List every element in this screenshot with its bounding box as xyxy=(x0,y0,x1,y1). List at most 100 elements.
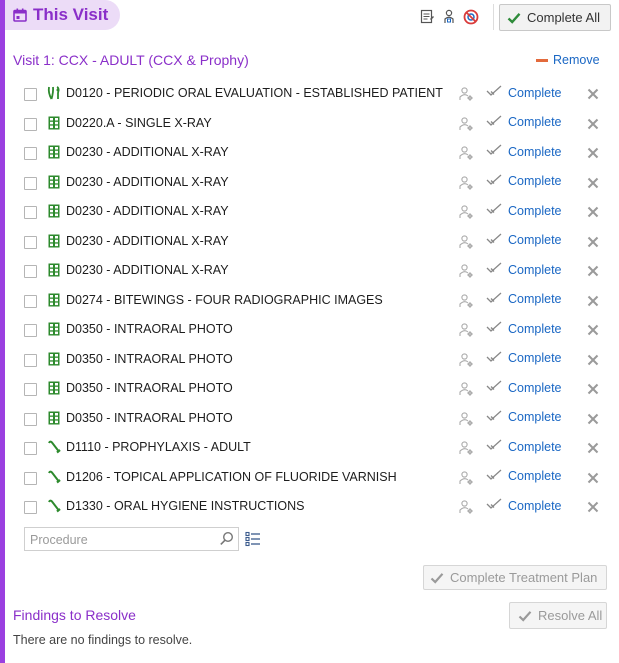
complete-label: Complete xyxy=(508,380,562,395)
complete-procedure-button[interactable]: Complete xyxy=(486,292,562,307)
assign-provider-icon[interactable] xyxy=(458,204,474,220)
procedure-checkbox[interactable] xyxy=(24,501,37,514)
procedure-description: D0230 - ADDITIONAL X-RAY xyxy=(66,145,229,159)
procedure-description: D1330 - ORAL HYGIENE INSTRUCTIONS xyxy=(66,499,305,513)
remove-visit-button[interactable]: Remove xyxy=(536,53,600,67)
delete-procedure-icon[interactable] xyxy=(587,471,599,483)
complete-procedure-button[interactable]: Complete xyxy=(486,380,562,395)
assign-provider-icon[interactable] xyxy=(458,116,474,132)
procedure-description: D0350 - INTRAORAL PHOTO xyxy=(66,322,233,336)
complete-procedure-button[interactable]: Complete xyxy=(486,85,562,100)
visit-heading: Visit 1: CCX - ADULT (CCX & Prophy) xyxy=(13,52,249,68)
film-icon xyxy=(47,352,61,366)
no-insurance-icon[interactable] xyxy=(463,9,479,25)
assign-provider-icon[interactable] xyxy=(458,234,474,250)
procedure-description: D0230 - ADDITIONAL X-RAY xyxy=(66,263,229,277)
assign-provider-icon[interactable] xyxy=(458,499,474,515)
complete-procedure-button[interactable]: Complete xyxy=(486,351,562,366)
complete-procedure-button[interactable]: Complete xyxy=(486,498,562,513)
assign-provider-icon[interactable] xyxy=(458,440,474,456)
procedure-checkbox[interactable] xyxy=(24,294,37,308)
complete-procedure-button[interactable]: Complete xyxy=(486,262,562,277)
provider-icon[interactable] xyxy=(441,9,457,25)
assign-provider-icon[interactable] xyxy=(458,411,474,427)
complete-procedure-button[interactable]: Complete xyxy=(486,144,562,159)
assign-provider-icon[interactable] xyxy=(458,293,474,309)
delete-procedure-icon[interactable] xyxy=(587,117,599,129)
header-divider xyxy=(493,4,494,30)
procedure-row: D0230 - ADDITIONAL X-RAY Complete xyxy=(0,168,619,198)
delete-procedure-icon[interactable] xyxy=(587,176,599,188)
procedure-checkbox[interactable] xyxy=(24,324,37,337)
this-visit-tab[interactable]: This Visit xyxy=(5,0,120,30)
delete-procedure-icon[interactable] xyxy=(587,412,599,424)
complete-label: Complete xyxy=(508,292,562,306)
procedure-checkbox[interactable] xyxy=(24,383,37,396)
procedure-checkbox[interactable] xyxy=(24,412,37,426)
procedure-row: D0230 - ADDITIONAL X-RAY Complete xyxy=(0,227,619,257)
procedure-list-icon[interactable] xyxy=(245,531,261,547)
procedure-search-field[interactable] xyxy=(24,527,239,551)
procedure-checkbox[interactable] xyxy=(24,147,37,160)
procedure-description: D0230 - ADDITIONAL X-RAY xyxy=(66,233,229,248)
notes-icon[interactable] xyxy=(419,9,435,25)
delete-procedure-icon[interactable] xyxy=(587,87,599,100)
checkmark-icon xyxy=(518,610,532,622)
procedure-checkbox[interactable] xyxy=(24,88,37,101)
procedure-list: D0120 - PERIODIC ORAL EVALUATION - ESTAB… xyxy=(0,79,619,522)
complete-procedure-button[interactable]: Complete xyxy=(486,233,562,248)
assign-provider-icon[interactable] xyxy=(458,470,474,486)
procedure-search-input[interactable] xyxy=(28,529,217,551)
assign-provider-icon[interactable] xyxy=(458,145,474,161)
check-icon xyxy=(486,321,508,336)
resolve-all-button[interactable]: Resolve All xyxy=(509,602,607,629)
complete-procedure-button[interactable]: Complete xyxy=(486,174,562,189)
delete-procedure-icon[interactable] xyxy=(587,353,599,365)
procedure-description: D0350 - INTRAORAL PHOTO xyxy=(66,381,233,395)
complete-treatment-plan-button[interactable]: Complete Treatment Plan xyxy=(423,565,607,590)
procedure-row: D0230 - ADDITIONAL X-RAY Complete xyxy=(0,138,619,168)
procedure-checkbox[interactable] xyxy=(24,471,37,485)
procedure-checkbox[interactable] xyxy=(24,235,37,249)
procedure-description: D1110 - PROPHYLAXIS - ADULT xyxy=(66,440,251,454)
procedure-row: D1330 - ORAL HYGIENE INSTRUCTIONS Complet… xyxy=(0,492,619,522)
procedure-checkbox[interactable] xyxy=(24,265,37,278)
complete-treatment-plan-label: Complete Treatment Plan xyxy=(450,570,598,585)
procedure-checkbox[interactable] xyxy=(24,176,37,190)
check-icon xyxy=(486,380,508,395)
complete-procedure-button[interactable]: Complete xyxy=(486,410,562,425)
procedure-checkbox[interactable] xyxy=(24,353,37,367)
complete-procedure-button[interactable]: Complete xyxy=(486,321,562,336)
complete-procedure-button[interactable]: Complete xyxy=(486,439,562,454)
procedure-row: D0230 - ADDITIONAL X-RAY Complete xyxy=(0,197,619,227)
assign-provider-icon[interactable] xyxy=(458,381,474,397)
assign-provider-icon[interactable] xyxy=(458,352,474,368)
complete-procedure-button[interactable]: Complete xyxy=(486,469,562,484)
check-icon xyxy=(486,174,508,189)
delete-procedure-icon[interactable] xyxy=(587,264,599,277)
delete-procedure-icon[interactable] xyxy=(587,441,599,454)
complete-procedure-button[interactable]: Complete xyxy=(486,203,562,218)
film-icon xyxy=(47,293,61,307)
procedure-checkbox[interactable] xyxy=(24,206,37,219)
delete-procedure-icon[interactable] xyxy=(587,500,599,513)
assign-provider-icon[interactable] xyxy=(458,322,474,338)
check-icon xyxy=(486,498,508,513)
film-icon xyxy=(47,116,61,130)
delete-procedure-icon[interactable] xyxy=(587,235,599,247)
complete-all-button[interactable]: Complete All xyxy=(499,4,611,31)
procedure-checkbox[interactable] xyxy=(24,117,37,131)
delete-procedure-icon[interactable] xyxy=(587,382,599,395)
delete-procedure-icon[interactable] xyxy=(587,146,599,159)
search-icon[interactable] xyxy=(219,531,234,546)
delete-procedure-icon[interactable] xyxy=(587,294,599,306)
delete-procedure-icon[interactable] xyxy=(587,205,599,218)
film-icon xyxy=(47,381,61,395)
complete-procedure-button[interactable]: Complete xyxy=(486,115,562,130)
assign-provider-icon[interactable] xyxy=(458,86,474,102)
procedure-checkbox[interactable] xyxy=(24,442,37,455)
assign-provider-icon[interactable] xyxy=(458,263,474,279)
delete-procedure-icon[interactable] xyxy=(587,323,599,336)
assign-provider-icon[interactable] xyxy=(458,175,474,191)
complete-label: Complete xyxy=(508,203,562,218)
